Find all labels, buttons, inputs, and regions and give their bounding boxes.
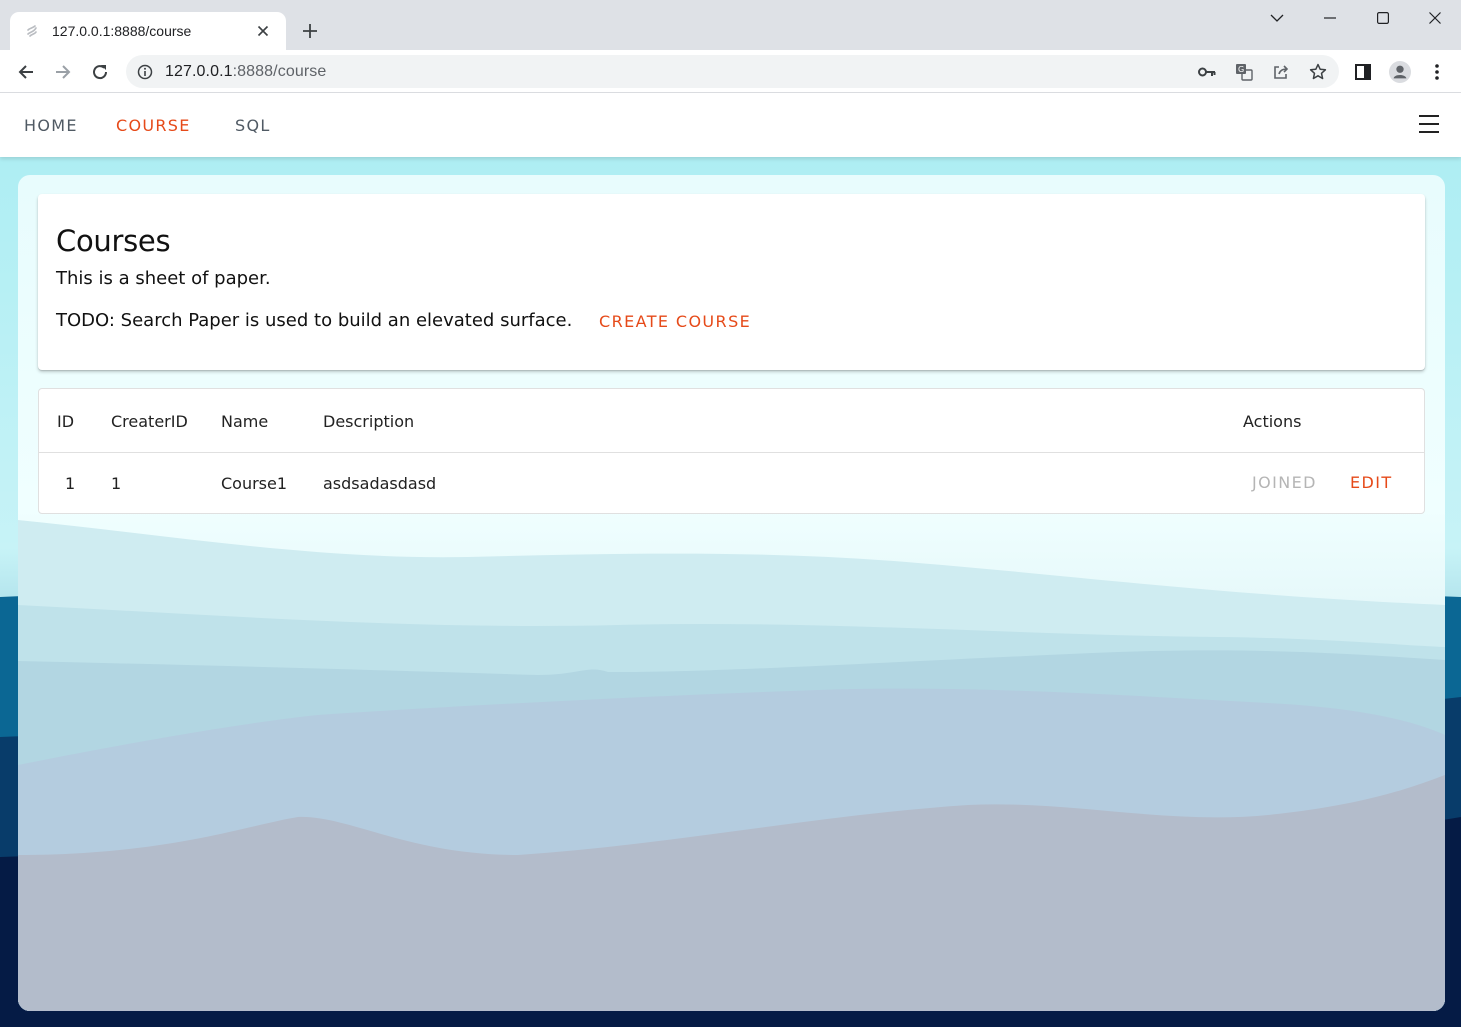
content-container: Courses This is a sheet of paper. TODO: … <box>18 175 1445 1011</box>
header-name: Name <box>221 412 269 431</box>
row-id: 1 <box>65 474 76 493</box>
svg-text:G: G <box>1238 65 1244 74</box>
url-host: 127.0.0.1 <box>165 62 233 80</box>
more-vert-icon[interactable] <box>1426 61 1448 83</box>
url-text: 127.0.0.1:8888/course <box>165 63 326 81</box>
url-path: :8888/course <box>232 62 327 80</box>
nav-home[interactable]: HOME <box>24 116 78 135</box>
table-row: 1 1 Course1 asdsadasdasd JOINED EDIT <box>39 453 1424 514</box>
row-description: asdsadasdasd <box>323 474 437 493</box>
new-tab-button[interactable] <box>298 19 322 43</box>
globe-icon <box>24 23 40 39</box>
header-id: ID <box>57 412 75 431</box>
info-icon[interactable] <box>136 63 154 81</box>
tab-title: 127.0.0.1:8888/course <box>52 23 192 39</box>
address-bar[interactable]: 127.0.0.1:8888/course G <box>126 55 1339 88</box>
header-actions: Actions <box>1243 412 1302 431</box>
create-course-button[interactable]: CREATE COURSE <box>599 312 751 331</box>
minimize-icon[interactable] <box>1304 0 1356 36</box>
key-icon[interactable] <box>1197 62 1217 82</box>
bookmark-star-icon[interactable] <box>1308 62 1328 82</box>
browser-toolbar: 127.0.0.1:8888/course G <box>0 50 1461 93</box>
courses-table: ID CreaterID Name Description Actions 1 … <box>38 388 1425 514</box>
side-panel-icon[interactable] <box>1352 61 1374 83</box>
row-creater-id: 1 <box>111 474 122 493</box>
paper-description: This is a sheet of paper. <box>56 268 271 289</box>
translate-icon[interactable]: G <box>1234 62 1254 82</box>
table-header-row: ID CreaterID Name Description Actions <box>39 389 1424 453</box>
window-close-icon[interactable] <box>1409 0 1461 36</box>
close-icon[interactable] <box>254 22 272 40</box>
app-bar: HOME COURSE SQL <box>0 93 1461 157</box>
web-page: HOME COURSE SQL Courses This is a sheet … <box>0 93 1461 1027</box>
maximize-icon[interactable] <box>1357 0 1409 36</box>
todo-search-text: TODO: Search Paper is used to build an e… <box>56 310 573 331</box>
reload-icon[interactable] <box>85 57 115 87</box>
browser-tabstrip: 127.0.0.1:8888/course <box>0 0 1461 50</box>
back-arrow-icon[interactable] <box>11 57 41 87</box>
profile-avatar-icon[interactable] <box>1389 61 1411 83</box>
page-title: Courses <box>56 224 171 258</box>
nav-course[interactable]: COURSE <box>116 116 191 135</box>
courses-header-card: Courses This is a sheet of paper. TODO: … <box>38 194 1425 370</box>
tab-search-icon[interactable] <box>1251 0 1303 36</box>
header-description: Description <box>323 412 415 431</box>
edit-button[interactable]: EDIT <box>1350 473 1393 492</box>
menu-icon[interactable] <box>1419 115 1439 133</box>
share-icon[interactable] <box>1271 62 1291 82</box>
header-creater-id: CreaterID <box>111 412 188 431</box>
browser-tab[interactable]: 127.0.0.1:8888/course <box>10 12 286 50</box>
nav-sql[interactable]: SQL <box>235 116 271 135</box>
joined-button: JOINED <box>1252 473 1317 492</box>
row-name: Course1 <box>221 474 288 493</box>
forward-arrow-icon[interactable] <box>48 57 78 87</box>
